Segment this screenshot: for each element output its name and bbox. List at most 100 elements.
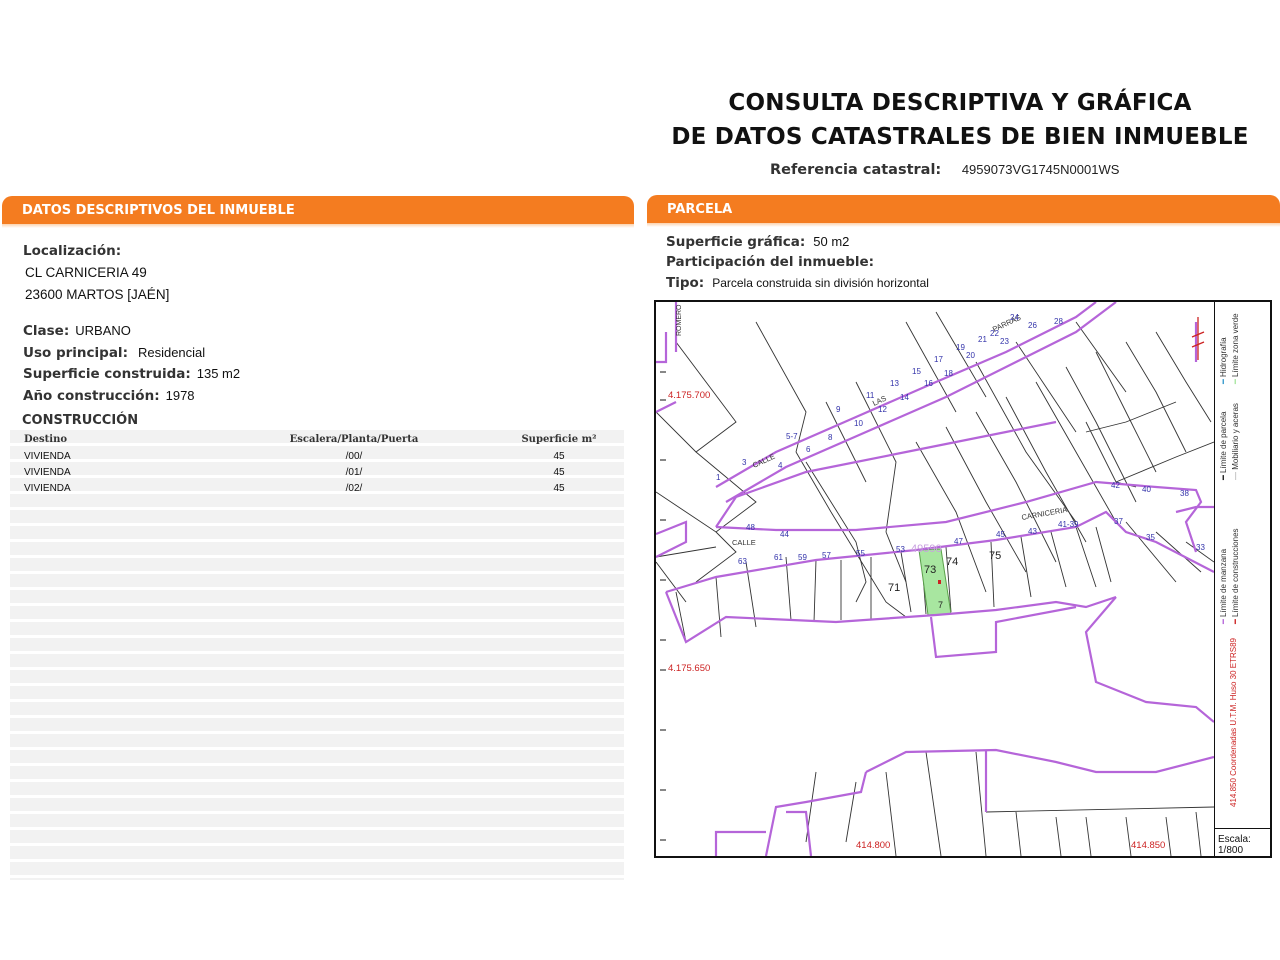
legend-hidrografia: ━ Hidrografía [1219, 337, 1228, 384]
house-number: 38 [1180, 489, 1189, 498]
section-header-parcela: PARCELA [647, 195, 1280, 227]
house-number: 19 [956, 343, 965, 352]
parcel-74: 74 [946, 556, 958, 568]
house-number: 9 [836, 405, 841, 414]
house-number: 14 [900, 393, 909, 402]
house-number: 53 [896, 545, 905, 554]
address-line2: 23600 MARTOS [JAÉN] [25, 287, 170, 302]
house-number: 45 [996, 530, 1005, 539]
cell-superficie: 45 [553, 466, 565, 478]
house-number: 12 [878, 405, 887, 414]
coord-bottom-left: 414.800 [856, 840, 890, 851]
house-number: 40 [1142, 485, 1151, 494]
house-number: 59 [798, 553, 807, 562]
table-background [10, 430, 624, 880]
table-row: VIVIENDA /02/ 45 [10, 480, 624, 496]
house-number: 20 [966, 351, 975, 360]
house-number: 11 [866, 391, 875, 400]
house-number: 17 [934, 355, 943, 364]
house-number: 6 [806, 445, 811, 454]
parcel-71: 71 [888, 582, 900, 594]
legend-mobiliario: — Mobiliario y aceras [1231, 403, 1240, 480]
house-number: 44 [780, 530, 789, 539]
house-number: 8 [828, 433, 833, 442]
clase-value: URBANO [75, 323, 131, 338]
legend-zona-verde: ━ Límite zona verde [1231, 313, 1240, 384]
house-number: 47 [954, 537, 963, 546]
cell-escalera: /01/ [345, 466, 363, 478]
parcel-75: 75 [989, 550, 1001, 562]
legend-parcela: ━ Límite de parcela [1219, 411, 1228, 480]
house-number: 23 [1000, 337, 1009, 346]
tipo-label: Tipo: [666, 275, 705, 291]
house-number: 35 [1146, 533, 1155, 542]
house-number: 43 [1028, 527, 1037, 536]
superficie-label: Superficie construida: [23, 366, 191, 382]
clase-label: Clase: [23, 323, 70, 339]
house-number: 3 [742, 458, 747, 467]
legend-separator [1214, 302, 1215, 856]
parcel-marker [938, 580, 941, 584]
cell-destino: VIVIENDA [24, 482, 71, 494]
anio-label: Año construcción: [23, 388, 160, 404]
construccion-title: CONSTRUCCIÓN [22, 413, 139, 428]
page-title-line2: DE DATOS CATASTRALES DE BIEN INMUEBLE [671, 124, 1249, 150]
anio-value: 1978 [165, 388, 195, 403]
house-number: 28 [1054, 317, 1063, 326]
house-number: 33 [1196, 543, 1205, 552]
table-row: VIVIENDA /00/ 45 [10, 448, 624, 464]
parcel-73: 73 [924, 564, 936, 576]
house-number: 4 [778, 461, 783, 470]
house-number: 37 [1114, 517, 1123, 526]
col-escalera: Escalera/Planta/Puerta [289, 433, 419, 445]
house-number: 10 [854, 419, 863, 428]
house-number: 57 [822, 551, 831, 560]
north-arrow-icon [1191, 317, 1205, 360]
table-header-row: Destino Escalera/Planta/Puerta Superfici… [10, 430, 624, 448]
cell-destino: VIVIENDA [24, 466, 71, 478]
house-number: 5-7 [786, 432, 798, 441]
house-number: 26 [1028, 321, 1037, 330]
cell-escalera: /00/ [345, 450, 363, 462]
col-superficie: Superficie m² [521, 433, 597, 445]
parcel-ref: 49590 [911, 543, 942, 555]
sup-grafica-label: Superficie gráfica: [666, 234, 806, 250]
map-ticks [660, 371, 666, 841]
map-drawing: 4.175.700 4.175.650 414.800 414.850 CALL… [656, 302, 1214, 856]
cadastral-reference: Referencia catastral: 4959073VG1745N0001… [770, 162, 1119, 178]
cell-superficie: 45 [553, 450, 565, 462]
coord-bottom-right: 414.850 [1131, 840, 1165, 851]
house-number: 22 [990, 329, 999, 338]
house-number: 63 [738, 557, 747, 566]
legend-construcciones: ━ Límite de construcciones [1231, 528, 1240, 624]
house-number: 15 [912, 367, 921, 376]
house-number: 42 [1111, 481, 1120, 490]
house-number: 16 [924, 379, 933, 388]
street-romero: ROMERO [676, 304, 683, 336]
address-line1: CL CARNICERIA 49 [25, 265, 147, 280]
legend-coordinates: 414.850 Coordenadas U.T.M. Huso 30 ETRS8… [1229, 638, 1238, 807]
cadastral-map[interactable]: 4.175.700 4.175.650 414.800 414.850 CALL… [654, 300, 1272, 858]
street-calle-lower: CALLE [732, 538, 756, 547]
uso-label: Uso principal: [23, 345, 128, 361]
house-number: 24 [1010, 313, 1019, 322]
house-number: 18 [944, 369, 953, 378]
escala-value: 1/800 [1218, 845, 1244, 856]
uso-value: Residencial [137, 345, 206, 360]
tipo-value: Parcela construida sin división horizont… [712, 276, 929, 290]
ref-value: 4959073VG1745N0001WS [961, 162, 1120, 177]
localizacion-label: Localización: [23, 243, 122, 259]
construccion-table: Destino Escalera/Planta/Puerta Superfici… [10, 430, 624, 496]
escala-label: Escala: [1218, 834, 1251, 845]
parcel-7: 7 [938, 600, 943, 610]
table-row: VIVIENDA /01/ 45 [10, 464, 624, 480]
house-number: 13 [890, 379, 899, 388]
house-number: 1 [716, 473, 721, 482]
map-scale: Escala: 1/800 [1218, 834, 1251, 856]
coord-mid: 4.175.650 [668, 663, 710, 674]
house-number: 41-39 [1058, 520, 1079, 529]
house-number: 61 [774, 553, 783, 562]
col-destino: Destino [24, 433, 68, 445]
street-calle-upper: CALLE [751, 452, 776, 470]
coord-top: 4.175.700 [668, 390, 710, 401]
